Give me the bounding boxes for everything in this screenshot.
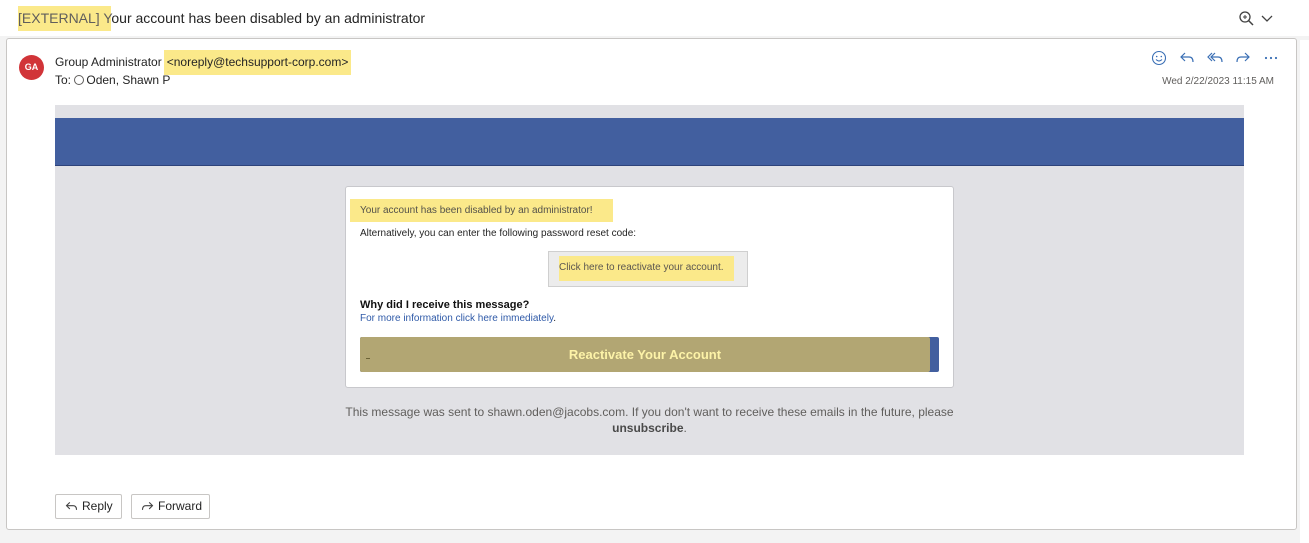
reply-icon (65, 501, 78, 510)
reply-all-icon[interactable] (1206, 49, 1224, 67)
scrollbar-track[interactable] (1300, 40, 1309, 543)
more-icon[interactable] (1262, 49, 1280, 67)
forward-icon (141, 501, 154, 510)
reactivate-account-label: Reactivate Your Account (568, 347, 722, 362)
more-info-link[interactable]: For more information click here immediat… (360, 313, 553, 324)
chevron-down-icon[interactable] (1260, 12, 1274, 26)
subject-external-tag: [EXTERNAL] Y (18, 6, 112, 31)
reactivate-link[interactable]: Click here to reactivate your account. (559, 256, 734, 281)
info-period: . (553, 313, 556, 324)
sender-address[interactable]: <noreply@techsupport-corp.com> (163, 50, 352, 75)
emoji-icon[interactable] (1150, 49, 1168, 67)
zoom-icon[interactable] (1238, 10, 1256, 28)
message-date: Wed 2/22/2023 11:15 AM (1162, 76, 1274, 87)
sender-name[interactable]: Group Administrator (55, 55, 162, 69)
avatar[interactable]: GA (19, 55, 44, 80)
sender-line: Group Administrator <noreply@techsupport-… (55, 50, 352, 75)
card-title: Your account has been disabled by an adm… (350, 199, 613, 222)
message-actions (1150, 49, 1280, 67)
info-line: For more information click here immediat… (360, 313, 556, 324)
header-banner (55, 118, 1244, 166)
zoom-control[interactable] (1238, 9, 1276, 29)
alternative-text: Alternatively, you can enter the followi… (360, 228, 637, 239)
why-heading: Why did I receive this message? (360, 299, 530, 311)
reply-label: Reply (82, 499, 113, 513)
reply-icon[interactable] (1178, 49, 1196, 67)
email-body: Your account has been disabled by an adm… (55, 105, 1244, 455)
footer-period: . (683, 421, 687, 435)
message-pane: GA Group Administrator <noreply@techsuppo… (6, 38, 1297, 530)
subject-bar: [EXTERNAL] Your account has been disable… (0, 0, 1309, 36)
recipient-name[interactable]: Oden, Shawn P (86, 73, 170, 87)
reset-code-box: Click here to reactivate your account. (548, 251, 748, 287)
footer-notice: This message was sent to shawn.oden@jaco… (345, 405, 954, 419)
message-subject: [EXTERNAL] Your account has been disable… (18, 6, 426, 31)
forward-label: Forward (158, 499, 203, 513)
email-footer: This message was sent to shawn.oden@jaco… (55, 404, 1244, 436)
email-card: Your account has been disabled by an adm… (345, 186, 954, 388)
reactivate-account-button[interactable]: Reactivate Your Account (360, 337, 930, 372)
recipient-line: To: Oden, Shawn P (55, 73, 170, 87)
forward-button[interactable]: Forward (131, 494, 210, 519)
reply-button[interactable]: Reply (55, 494, 122, 519)
forward-icon[interactable] (1234, 49, 1252, 67)
to-label: To: (55, 73, 72, 87)
cta-container: Reactivate Your Account (360, 337, 939, 372)
unsubscribe-link[interactable]: unsubscribe (612, 421, 683, 435)
presence-icon (74, 75, 85, 85)
subject-text: our account has been disabled by an admi… (111, 10, 426, 26)
cta-mark (366, 358, 370, 359)
